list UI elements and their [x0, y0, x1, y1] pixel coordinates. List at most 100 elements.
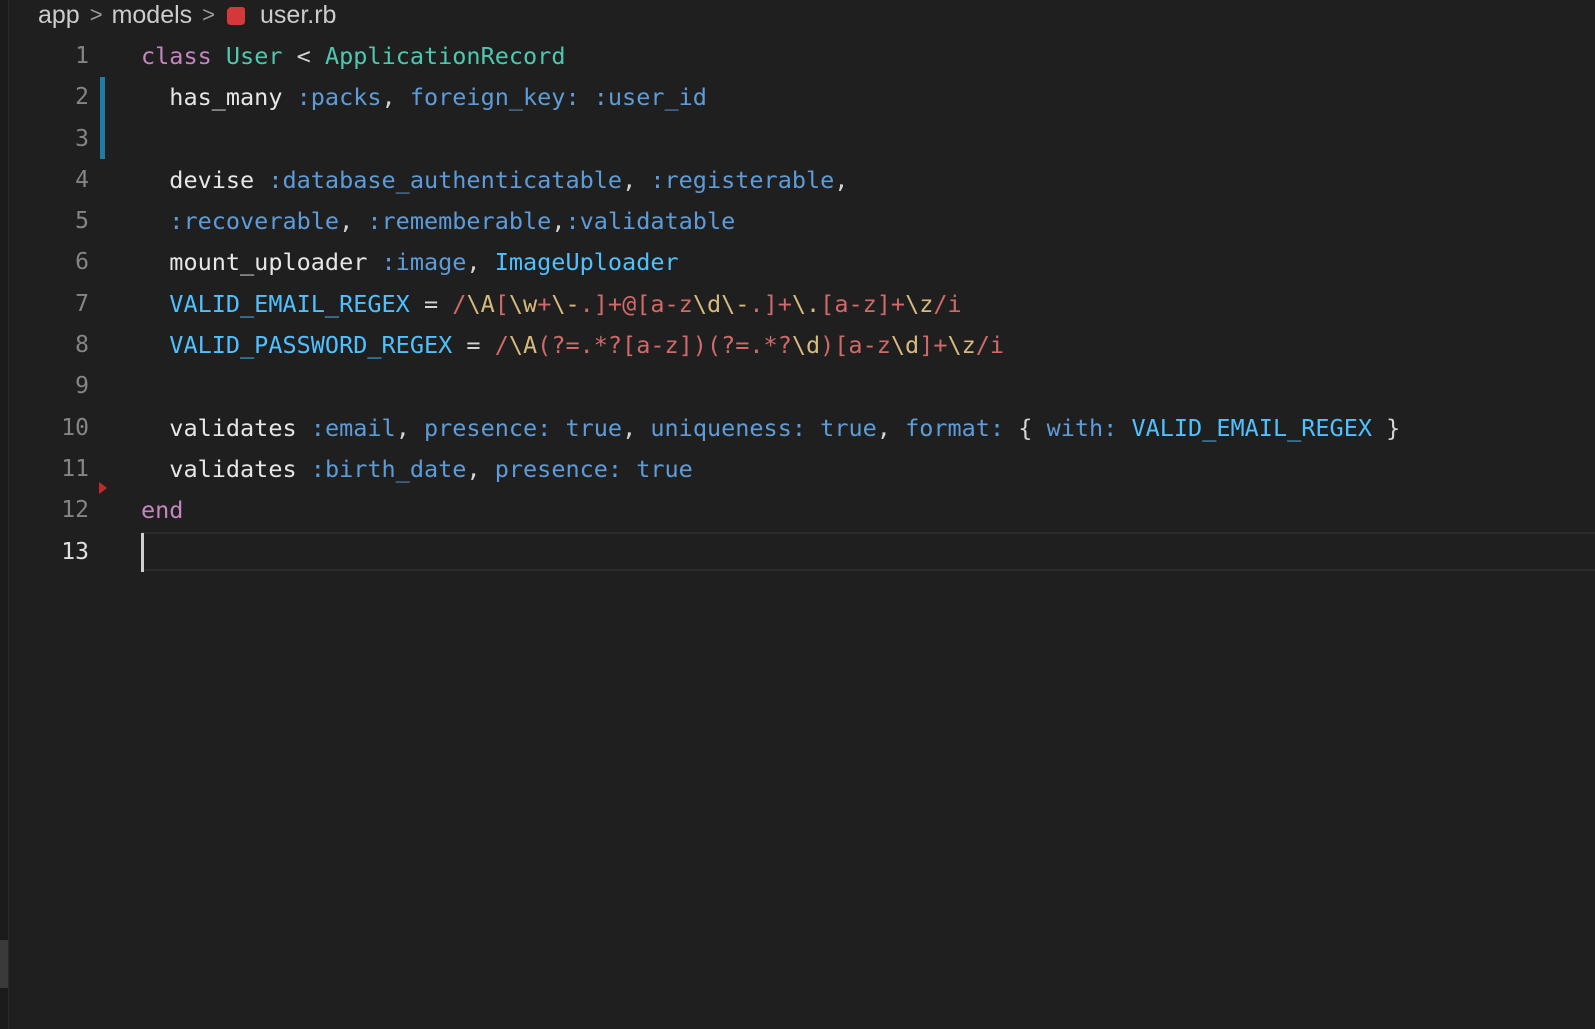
code-line[interactable]: 11 validates :birth_date, presence: true	[0, 449, 1595, 490]
code-token: mount_uploader	[141, 248, 368, 277]
code-token: VALID_PASSWORD_REGEX	[141, 331, 453, 360]
line-code: class User < ApplicationRecord	[141, 36, 565, 77]
code-token: /	[494, 331, 509, 360]
code-token: :packs	[296, 83, 382, 112]
line-number: 4	[75, 166, 89, 193]
line-code: devise :database_authenticatable, :regis…	[141, 160, 848, 201]
code-token: true	[636, 454, 693, 483]
code-line[interactable]: 9	[0, 366, 1595, 407]
code-token: validates	[141, 413, 297, 442]
breadcrumb-item-app[interactable]: app	[38, 1, 80, 30]
code-token: ]+	[919, 331, 948, 360]
code-token: \A	[508, 331, 538, 360]
ruby-file-icon	[226, 4, 246, 25]
code-line[interactable]: 12 end	[0, 490, 1595, 531]
code-token: /i	[933, 289, 962, 318]
code-line[interactable]: 4 devise :database_authenticatable, :reg…	[0, 160, 1595, 201]
code-token: :database_authenticatable	[268, 165, 623, 194]
code-token: :rememberable	[367, 207, 552, 236]
code-token: ApplicationRecord	[324, 42, 566, 70]
line-number: 5	[75, 208, 89, 235]
code-token: <	[282, 42, 325, 70]
code-token: :recoverable	[141, 207, 340, 236]
line-code: VALID_PASSWORD_REGEX = /\A(?=.*?[a-z])(?…	[141, 325, 1004, 366]
code-token: \z	[905, 289, 934, 318]
code-token: VALID_EMAIL_REGEX	[141, 289, 410, 318]
code-line[interactable]: 7 VALID_EMAIL_REGEX = /\A[\w+\-.]+@[a-z\…	[0, 284, 1595, 325]
line-number: 7	[75, 290, 89, 317]
code-token: ,	[395, 413, 424, 442]
breadcrumb: app > models > user.rb	[38, 0, 336, 30]
code-token: :user_id	[593, 83, 707, 112]
code-token: ,	[339, 207, 368, 236]
code-token: format:	[905, 413, 1005, 442]
line-code: end	[141, 490, 183, 531]
code-token: \d\-	[692, 289, 750, 318]
code-line[interactable]: 6 mount_uploader :image, ImageUploader	[0, 242, 1595, 283]
code-token: end	[141, 496, 184, 525]
breadcrumb-item-models[interactable]: models	[112, 1, 193, 30]
code-token: presence:	[494, 454, 623, 483]
code-token: .]+	[749, 289, 792, 318]
code-token: validates	[141, 454, 297, 483]
line-number: 8	[75, 332, 89, 359]
code-token: \d	[791, 331, 821, 360]
code-line[interactable]: 13	[0, 531, 1595, 573]
line-number: 6	[75, 249, 89, 276]
code-token: ImageUploader	[494, 248, 679, 277]
code-token: \z	[947, 331, 976, 360]
code-token: \.	[791, 289, 821, 318]
code-token: with:	[1046, 413, 1118, 442]
code-token: class	[141, 42, 212, 70]
code-token: ,	[381, 83, 410, 112]
code-token: ,	[622, 165, 651, 194]
code-token: foreign_key:	[409, 83, 580, 112]
code-token: \d	[890, 331, 920, 360]
code-editor[interactable]: 1 class User < ApplicationRecord 2 has_man…	[0, 36, 1595, 573]
line-number: 12	[61, 497, 89, 524]
code-token: :email	[310, 413, 396, 442]
code-token: ,	[834, 165, 849, 194]
code-line[interactable]: 5 :recoverable, :rememberable,:validatab…	[0, 201, 1595, 242]
breadcrumb-item-file[interactable]: user.rb	[260, 1, 336, 30]
line-number: 1	[75, 43, 89, 69]
code-token: }	[1372, 413, 1401, 442]
code-line[interactable]: 2 has_many :packs, foreign_key: :user_id	[0, 77, 1595, 118]
line-code: has_many :packs, foreign_key: :user_id	[141, 77, 707, 118]
line-number: 10	[61, 414, 89, 441]
code-token: )[a-z	[820, 331, 891, 360]
code-token: {	[1004, 413, 1047, 442]
code-token: \A	[466, 289, 495, 318]
code-token: uniqueness:	[650, 413, 807, 442]
code-token: :registerable	[650, 165, 835, 194]
code-token: ,	[551, 207, 566, 236]
code-line[interactable]: 10 validates :email, presence: true, uni…	[0, 408, 1595, 449]
git-deleted-indicator[interactable]	[99, 482, 107, 494]
code-line[interactable]: 8 VALID_PASSWORD_REGEX = /\A(?=.*?[a-z])…	[0, 325, 1595, 366]
code-token: has_many	[141, 83, 283, 112]
code-line[interactable]: 3	[0, 119, 1595, 160]
scrollbar-thumb[interactable]	[0, 940, 8, 988]
line-code: validates :email, presence: true, unique…	[141, 408, 1400, 449]
breadcrumb-separator: >	[202, 2, 216, 27]
code-token: \-	[551, 289, 580, 318]
code-line[interactable]: 1 class User < ApplicationRecord	[0, 36, 1595, 77]
code-token: \w	[508, 289, 538, 318]
code-token: [a-z]+	[820, 289, 906, 318]
code-token: true	[565, 413, 623, 442]
code-token: User	[225, 42, 283, 70]
code-token: VALID_EMAIL_REGEX	[1131, 413, 1372, 442]
line-number: 3	[75, 125, 89, 152]
code-token: =	[452, 331, 495, 360]
code-token: devise	[141, 165, 255, 194]
code-token: [	[494, 289, 509, 318]
